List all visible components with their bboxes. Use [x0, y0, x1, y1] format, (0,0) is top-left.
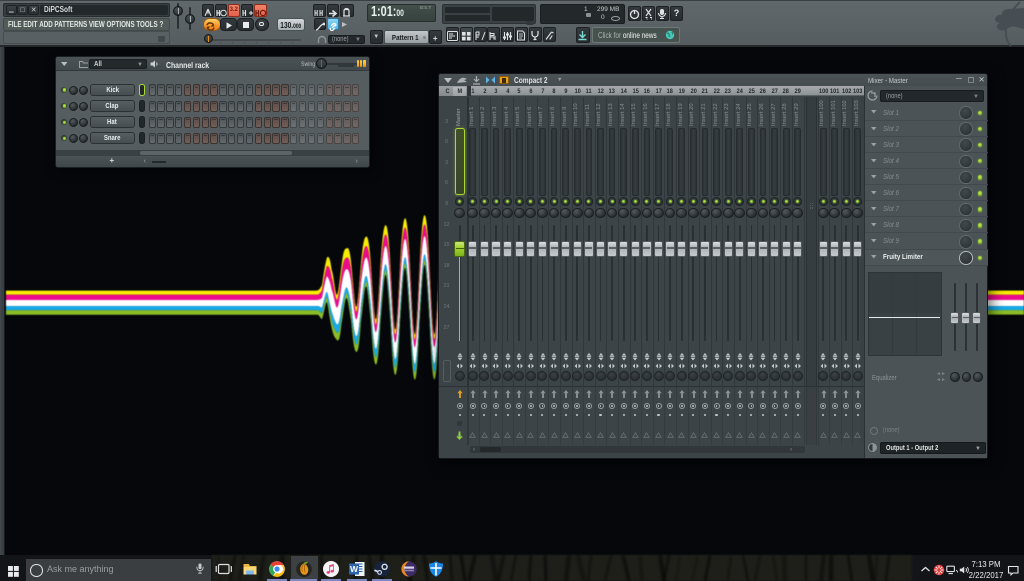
svg-text:W: W	[350, 564, 359, 574]
